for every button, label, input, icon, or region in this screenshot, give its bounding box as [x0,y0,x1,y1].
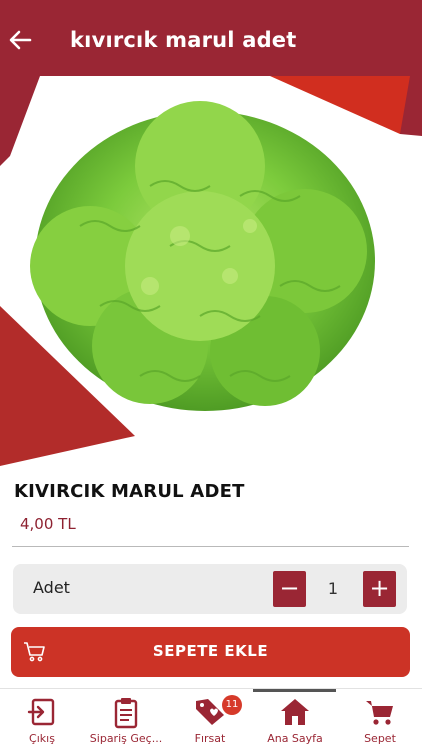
page-title: kıvırcık marul adet [70,28,297,52]
add-to-cart-label: SEPETE EKLE [152,642,269,660]
deals-count-badge: 11 [222,695,242,715]
quantity-label: Adet [33,578,70,597]
home-icon [281,699,309,725]
tag-heart-icon [196,699,224,725]
lettuce-image [0,76,422,466]
product-name: KIVIRCIK MARUL ADET [14,481,245,502]
nav-item-order[interactable]: Sipariş Geç... [84,689,168,750]
decrease-quantity-button[interactable]: − [273,571,306,607]
nav-label: Çıkış [29,732,55,745]
logout-icon [27,698,55,726]
product-price: 4,00 TL [20,515,76,533]
nav-item-cart[interactable]: Sepet [338,689,422,750]
nav-label: Ana Sayfa [267,732,323,745]
cart-icon [366,701,393,725]
add-to-cart-button[interactable]: SEPETE EKLE [11,627,410,677]
nav-label: Fırsat [194,732,226,745]
nav-item-deals[interactable]: 11 Fırsat [168,689,252,750]
product-image [0,76,422,466]
nav-label: Sepet [364,732,396,745]
nav-label: Sipariş Geç... [89,732,163,745]
back-arrow-icon[interactable] [6,26,34,54]
quantity-value: 1 [327,579,339,598]
app-header: kıvırcık marul adet [0,0,422,76]
nav-item-home[interactable]: Ana Sayfa [252,689,338,750]
bottom-nav: Çıkış Sipariş Geç... 11 Fırsat Ana Sayfa… [0,688,422,750]
nav-item-logout[interactable]: Çıkış [0,689,84,750]
divider [12,546,409,547]
quantity-stepper: Adet − 1 + [13,564,407,614]
clipboard-icon [114,698,138,729]
increase-quantity-button[interactable]: + [363,571,396,607]
